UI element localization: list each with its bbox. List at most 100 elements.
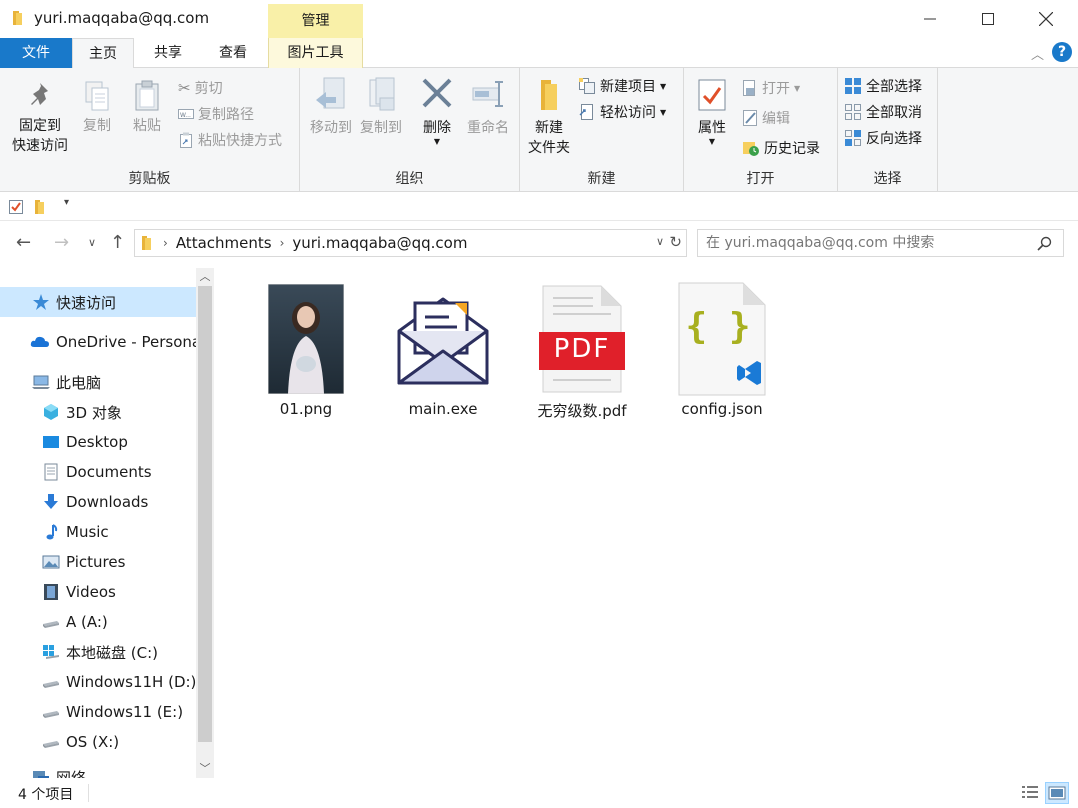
nav-item-desktop[interactable]: Desktop: [0, 427, 196, 457]
tab-view[interactable]: 查看: [201, 38, 265, 68]
properties-dropdown-icon[interactable]: ▼: [690, 138, 734, 146]
paste-shortcut-button[interactable]: 粘贴快捷方式: [178, 130, 282, 150]
tab-home[interactable]: 主页: [72, 38, 134, 69]
file-name: main.exe: [408, 400, 478, 418]
tab-manage[interactable]: 管理: [268, 4, 363, 38]
help-icon[interactable]: ?: [1052, 42, 1072, 62]
rename-button[interactable]: 重命名: [462, 76, 514, 138]
select-all-icon: [845, 78, 861, 94]
history-icon: [743, 142, 759, 156]
edit-button[interactable]: 编辑: [742, 108, 790, 128]
up-arrow-icon[interactable]: ↑: [110, 232, 125, 253]
copy-path-icon: W...: [178, 109, 194, 119]
nav-item-documents[interactable]: Documents: [0, 457, 196, 487]
quick-access-toolbar: ▾: [0, 193, 1078, 221]
move-to-button[interactable]: 移动到: [306, 76, 356, 138]
pin-quick-access-button[interactable]: 固定到 快速访问: [6, 80, 74, 156]
nav-item-3d-objects[interactable]: 3D 对象: [0, 397, 196, 427]
nav-item-videos[interactable]: Videos: [0, 577, 196, 607]
navigation-bar: ← → ∨ ↑ › Attachments › yuri.maqqaba@qq.…: [0, 226, 1078, 262]
history-button[interactable]: 历史记录: [742, 138, 820, 158]
forward-arrow-icon[interactable]: →: [54, 232, 69, 253]
properties-button[interactable]: 属性 ▼: [690, 78, 734, 146]
recent-locations-chevron-icon[interactable]: ∨: [88, 236, 96, 249]
copy-to-button[interactable]: 复制到: [356, 76, 406, 138]
tab-share[interactable]: 共享: [136, 38, 200, 68]
search-box[interactable]: [697, 229, 1064, 257]
properties-small-icon[interactable]: [8, 199, 24, 215]
invert-selection-button[interactable]: 反向选择: [844, 128, 922, 148]
new-item-button[interactable]: 新建项目 ▼: [578, 76, 666, 96]
delete-dropdown-icon[interactable]: ▼: [414, 138, 460, 146]
minimize-button[interactable]: [901, 0, 959, 38]
file-name: 无穷级数.pdf: [537, 402, 627, 420]
breadcrumb-separator-icon[interactable]: ›: [163, 236, 168, 250]
new-group-label: 新建: [587, 171, 616, 187]
nav-item-network[interactable]: 网络: [0, 762, 196, 778]
nav-item-drive-d[interactable]: Windows11H (D:): [0, 667, 196, 697]
nav-pane-scrollbar[interactable]: ︿ ﹀: [196, 268, 214, 778]
nav-item-drive-e[interactable]: Windows11 (E:): [0, 697, 196, 727]
address-bar[interactable]: › Attachments › yuri.maqqaba@qq.com ∨ ↻: [134, 229, 687, 257]
scrollbar-thumb[interactable]: [198, 286, 212, 742]
tab-picture-tools[interactable]: 图片工具: [268, 38, 363, 68]
file-item-pdf[interactable]: PDF 无穷级数.pdf: [522, 276, 642, 426]
nav-item-drive-c[interactable]: 本地磁盘 (C:): [0, 637, 196, 667]
json-braces-text: { }: [685, 306, 751, 347]
tab-file[interactable]: 文件: [0, 38, 72, 68]
nav-item-music[interactable]: Music: [0, 517, 196, 547]
star-icon: [33, 294, 49, 310]
scroll-up-icon[interactable]: ︿: [196, 268, 214, 286]
large-icons-view-button[interactable]: [1045, 782, 1069, 804]
copy-path-button[interactable]: W... 复制路径: [178, 104, 254, 124]
close-icon: [1039, 12, 1053, 26]
open-button[interactable]: 打开 ▼: [742, 78, 800, 98]
file-item-config-json[interactable]: { } config.json: [662, 276, 782, 426]
customize-toolbar-icon[interactable]: ▾: [64, 197, 69, 208]
status-divider: [88, 784, 89, 802]
new-folder-small-icon[interactable]: [34, 199, 48, 215]
close-button[interactable]: [1017, 0, 1075, 38]
clipboard-group-label: 剪贴板: [128, 171, 171, 187]
select-none-button[interactable]: 全部取消: [844, 102, 922, 122]
nav-item-drive-x[interactable]: OS (X:): [0, 727, 196, 757]
move-to-icon: [316, 77, 345, 109]
search-input[interactable]: [706, 233, 1026, 253]
new-item-icon: [579, 78, 595, 94]
new-folder-button[interactable]: 新建 文件夹: [524, 76, 574, 158]
search-icon[interactable]: [1037, 236, 1053, 252]
nav-item-quick-access[interactable]: 快速访问: [0, 287, 196, 317]
file-item-main-exe[interactable]: main.exe: [383, 276, 503, 426]
scroll-down-icon[interactable]: ﹀: [196, 760, 214, 778]
nav-item-downloads[interactable]: Downloads: [0, 487, 196, 517]
drive-icon: [43, 681, 59, 688]
easy-access-button[interactable]: 轻松访问 ▼: [578, 102, 666, 122]
address-dropdown-icon[interactable]: ∨: [656, 235, 664, 248]
select-all-button[interactable]: 全部选择: [844, 76, 922, 96]
breadcrumb-attachments[interactable]: Attachments: [176, 234, 272, 252]
nav-item-this-pc[interactable]: 此电脑: [0, 367, 196, 397]
file-list: 01.png main.exe PDF 无穷级数.pdf {} config.…: [214, 268, 1078, 778]
scissors-icon: ✂: [178, 79, 191, 97]
pin-icon: [31, 83, 48, 105]
drive-icon: [43, 741, 59, 748]
copy-to-icon: [369, 77, 395, 111]
new-group: 新建 文件夹 新建项目 ▼ 轻松访问 ▼ 新建: [520, 68, 684, 192]
paste-button[interactable]: 粘贴: [124, 80, 170, 136]
back-arrow-icon[interactable]: ←: [16, 232, 31, 253]
breadcrumb-current-folder[interactable]: yuri.maqqaba@qq.com: [292, 234, 467, 252]
breadcrumb-separator-icon[interactable]: ›: [280, 236, 285, 250]
cut-button[interactable]: ✂ 剪切: [178, 78, 223, 98]
details-view-button[interactable]: [1018, 782, 1042, 804]
maximize-button[interactable]: [959, 0, 1017, 38]
cloud-icon: [30, 336, 49, 347]
nav-item-drive-a[interactable]: A (A:): [0, 607, 196, 637]
paste-shortcut-icon: [180, 132, 192, 148]
file-item-01-png[interactable]: 01.png: [246, 276, 366, 426]
collapse-ribbon-icon[interactable]: ︿: [1031, 44, 1044, 63]
refresh-icon[interactable]: ↻: [669, 233, 682, 251]
nav-item-pictures[interactable]: Pictures: [0, 547, 196, 577]
nav-item-onedrive[interactable]: OneDrive - Persona: [0, 327, 196, 357]
copy-button[interactable]: 复制: [76, 80, 118, 136]
delete-button[interactable]: 删除 ▼: [414, 76, 460, 146]
